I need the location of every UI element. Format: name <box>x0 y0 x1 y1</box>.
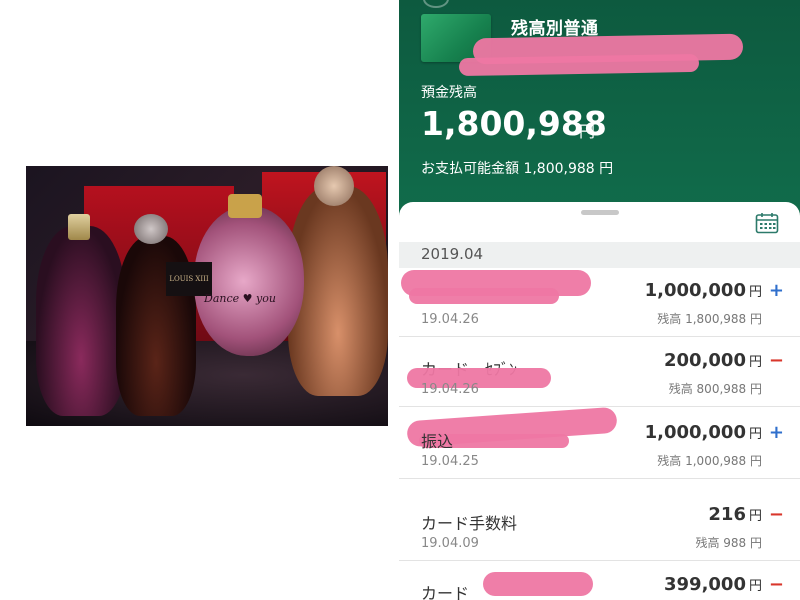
minus-icon: − <box>768 504 784 525</box>
month-header: 2019.04 <box>399 242 800 268</box>
bottle-neck <box>228 194 262 218</box>
transaction-date: 19.04.09 <box>421 536 479 551</box>
balance-unit: 円 <box>579 122 596 141</box>
top-indicator-icon <box>423 0 449 8</box>
bottle-script-text: Dance ♥ you <box>204 292 276 305</box>
balance-label: 預金残高 <box>421 85 477 101</box>
bottle-stopper <box>314 166 354 206</box>
bottle-stopper <box>134 214 168 244</box>
transaction-row[interactable]: カード ｾﾌﾞﾝ 19.04.26 200,000円 − 残高 800,988 … <box>399 338 800 407</box>
running-balance: 残高 1,800,988 円 <box>657 312 762 326</box>
redaction-mark <box>483 572 593 596</box>
redaction-mark <box>409 288 559 304</box>
transaction-date: 19.04.25 <box>421 454 479 469</box>
decanter-bottle <box>36 226 126 416</box>
minus-icon: − <box>768 574 784 595</box>
transaction-date: 19.04.26 <box>421 382 479 397</box>
calendar-icon[interactable] <box>755 212 779 234</box>
transaction-amount: 200,000 円 <box>664 350 762 371</box>
redaction-mark <box>458 53 700 77</box>
plus-icon: + <box>768 280 784 301</box>
transactions-sheet: 2019.04 19.04.26 1,000,000 円 + 残高 1,800,9… <box>399 202 800 600</box>
transaction-description: 振込 <box>421 432 454 451</box>
bottles-photo: LOUIS XIII Dance ♥ you <box>26 166 388 426</box>
banking-app-screen: 残高別普通 預金残高 1,800,988 円 お支払可能金額 1,800,988… <box>399 0 800 600</box>
transaction-description: カード手数料 <box>421 514 518 533</box>
minus-icon: − <box>768 350 784 371</box>
transaction-row[interactable]: 振込 19.04.25 1,000,000 円 + 残高 1,000,988 円 <box>399 406 800 479</box>
bottle-neck <box>68 214 90 240</box>
available-amount: お支払可能金額 1,800,988 円 <box>421 161 614 177</box>
transaction-amount: 399,000 円 <box>664 574 762 595</box>
running-balance: 残高 800,988 円 <box>668 382 762 396</box>
transaction-date: 19.04.26 <box>421 312 479 327</box>
account-header: 残高別普通 預金残高 1,800,988 円 お支払可能金額 1,800,988… <box>399 0 800 218</box>
plus-icon: + <box>768 422 784 443</box>
bottle-label: LOUIS XIII <box>166 262 212 296</box>
drag-handle[interactable] <box>581 210 619 215</box>
running-balance: 残高 1,000,988 円 <box>657 454 762 468</box>
running-balance: 残高 988 円 <box>695 536 762 550</box>
transaction-amount: 216 円 <box>708 504 762 525</box>
month-label: 2019.04 <box>421 245 484 263</box>
transaction-amount: 1,000,000 円 <box>644 280 762 301</box>
account-title: 残高別普通 <box>511 19 599 39</box>
transaction-row[interactable]: カード手数料 19.04.09 216 円 − 残高 988 円 <box>399 492 800 561</box>
transaction-row[interactable]: カード 399,000 円 − <box>399 562 800 600</box>
transaction-amount: 1,000,000 円 <box>644 422 762 443</box>
transaction-description: カード <box>421 584 470 600</box>
transaction-row[interactable]: 19.04.26 1,000,000 円 + 残高 1,800,988 円 <box>399 268 800 337</box>
